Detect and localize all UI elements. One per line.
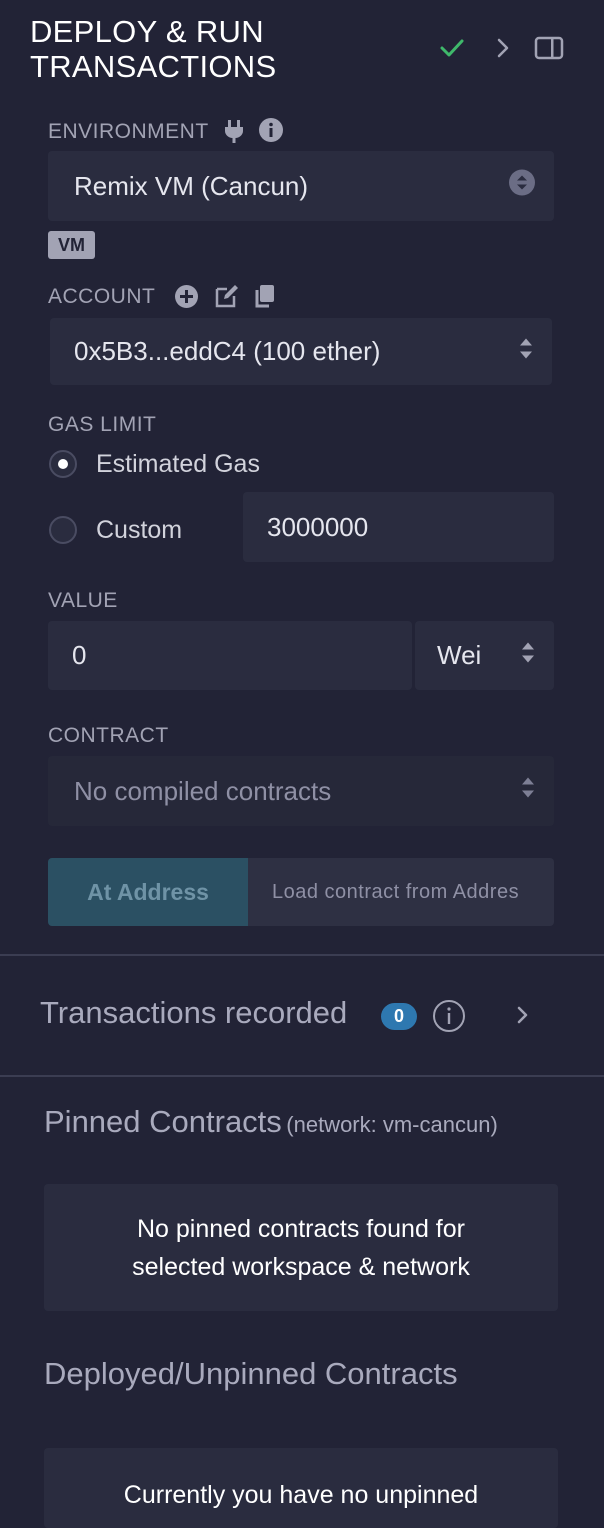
select-arrows-icon xyxy=(520,639,536,672)
account-value: 0x5B3...eddC4 (100 ether) xyxy=(74,336,381,366)
pinned-contracts-title: Pinned Contracts xyxy=(44,1104,282,1139)
deployed-contracts-title: Deployed/Unpinned Contracts xyxy=(44,1356,458,1391)
environment-value: Remix VM (Cancun) xyxy=(74,170,309,201)
environment-label: ENVIRONMENT xyxy=(48,120,209,143)
estimated-gas-radio[interactable] xyxy=(49,450,77,478)
contract-label: CONTRACT xyxy=(48,724,169,747)
section-divider xyxy=(0,1075,604,1077)
value-amount: 0 xyxy=(72,640,87,670)
value-unit: Wei xyxy=(437,640,482,670)
transactions-count-badge: 0 xyxy=(381,1003,417,1030)
at-address-button[interactable]: At Address xyxy=(48,858,248,926)
load-contract-address-input[interactable]: Load contract from Addres xyxy=(248,858,554,926)
select-arrows-icon xyxy=(508,169,536,204)
custom-gas-label: Custom xyxy=(96,516,183,544)
panel-title: DEPLOY & RUN TRANSACTIONS xyxy=(30,14,277,84)
chevron-right-icon[interactable] xyxy=(487,32,519,64)
panel-toggle-icon[interactable] xyxy=(533,32,565,64)
deployed-empty-text: Currently you have no unpinned xyxy=(123,1481,479,1509)
copy-icon[interactable] xyxy=(253,284,275,314)
select-arrows-icon xyxy=(518,335,534,368)
plug-icon[interactable] xyxy=(223,118,245,149)
estimated-gas-label: Estimated Gas xyxy=(96,450,260,478)
gas-limit-value: 3000000 xyxy=(267,511,369,542)
deployed-contracts-empty-panel: Currently you have no unpinned xyxy=(44,1448,558,1528)
value-unit-select[interactable]: Wei xyxy=(415,621,554,690)
chevron-right-icon[interactable] xyxy=(508,1000,538,1035)
contract-select[interactable]: No compiled contracts xyxy=(48,756,554,826)
vm-badge: VM xyxy=(48,231,95,259)
add-account-icon[interactable] xyxy=(174,284,199,314)
info-icon[interactable] xyxy=(258,117,284,148)
contract-value: No compiled contracts xyxy=(74,775,332,806)
pinned-contracts-heading: Pinned Contracts (network: vm-cancun) xyxy=(44,1104,498,1140)
account-select[interactable]: 0x5B3...eddC4 (100 ether) xyxy=(50,318,552,385)
pinned-empty-line1: No pinned contracts found for xyxy=(137,1214,465,1243)
pinned-empty-line2: selected workspace & network xyxy=(132,1252,470,1281)
check-icon xyxy=(436,32,468,64)
transactions-recorded-label[interactable]: Transactions recorded xyxy=(40,995,347,1031)
gas-limit-input[interactable]: 3000000 xyxy=(243,492,554,562)
value-input[interactable]: 0 xyxy=(48,621,412,690)
section-divider xyxy=(0,954,604,956)
select-arrows-icon xyxy=(520,775,536,808)
edit-icon[interactable] xyxy=(214,283,240,314)
pinned-contracts-empty-panel: No pinned contracts found for selected w… xyxy=(44,1184,558,1311)
pinned-network-label: (network: vm-cancun) xyxy=(286,1112,498,1137)
info-icon[interactable] xyxy=(432,999,466,1038)
custom-gas-radio[interactable] xyxy=(49,516,77,544)
account-label: ACCOUNT xyxy=(48,285,156,308)
gas-limit-label: GAS LIMIT xyxy=(48,413,157,436)
environment-select[interactable]: Remix VM (Cancun) xyxy=(48,151,554,221)
value-label: VALUE xyxy=(48,589,118,612)
